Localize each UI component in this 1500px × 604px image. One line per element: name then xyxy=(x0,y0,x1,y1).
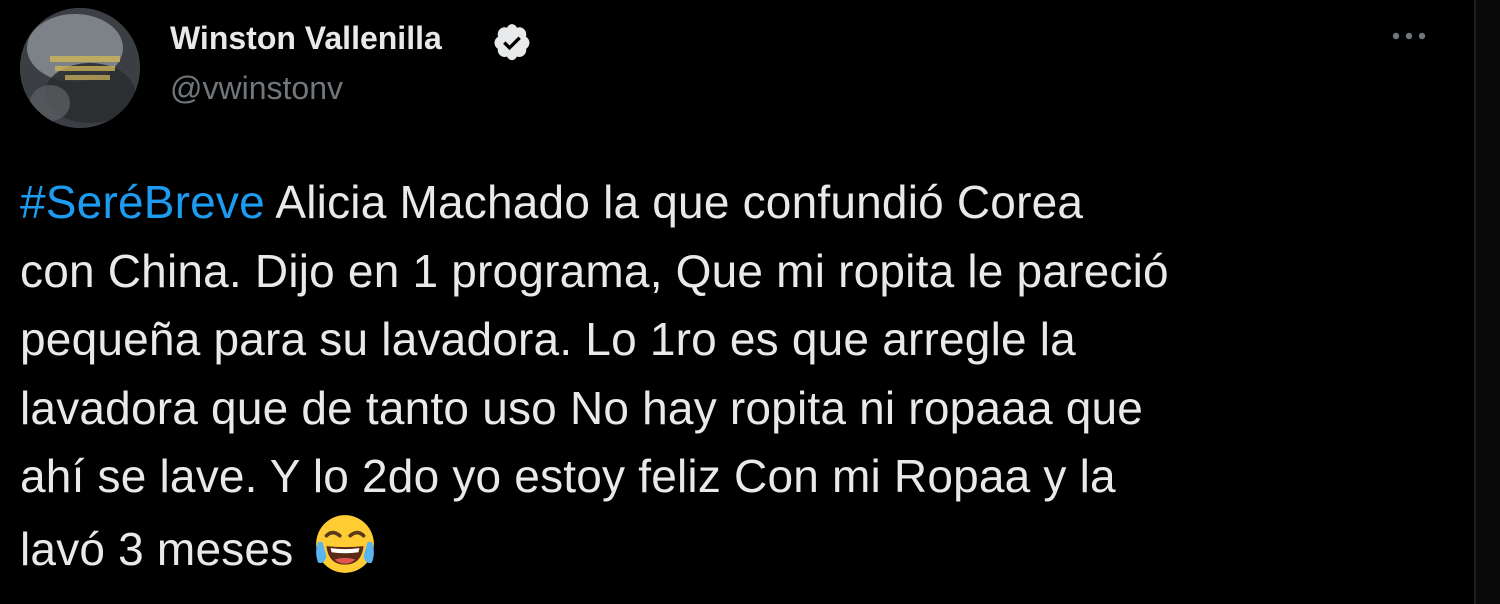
tweet-body: #SeréBreve Alicia Machado la que confund… xyxy=(20,168,1450,583)
tweet-text-segment: Alicia Machado la que confundió Corea xyxy=(264,176,1084,228)
tweet-card[interactable]: Winston Vallenilla @vwinstonv #SeréBreve… xyxy=(0,0,1500,604)
tweet-line: #SeréBreve Alicia Machado la que confund… xyxy=(20,168,1450,237)
hashtag-link[interactable]: #SeréBreve xyxy=(20,176,265,228)
avatar[interactable] xyxy=(20,8,140,128)
tweet-line: lavadora que de tanto uso No hay ropita … xyxy=(20,381,1144,434)
tweet-line: ahí se lave. Y lo 2do yo estoy feliz Con… xyxy=(20,450,1116,502)
scroll-edge xyxy=(1474,0,1500,604)
tweet-line: lavó 3 meses xyxy=(20,511,1450,584)
more-options-icon[interactable] xyxy=(1388,26,1430,46)
tweet-text-segment: lavó 3 meses xyxy=(20,522,307,575)
tweet-line: pequeña para su lavadora. Lo 1ro es que … xyxy=(20,313,1076,365)
verified-badge-icon xyxy=(494,24,530,61)
author-name[interactable]: Winston Vallenilla xyxy=(170,16,442,60)
tweet-line: con China. Dijo en 1 programa, Que mi ro… xyxy=(20,244,1169,297)
author-handle[interactable]: @vwinstonv xyxy=(170,66,343,110)
avatar-image xyxy=(20,8,140,128)
face-with-tears-of-joy-icon xyxy=(316,514,375,573)
